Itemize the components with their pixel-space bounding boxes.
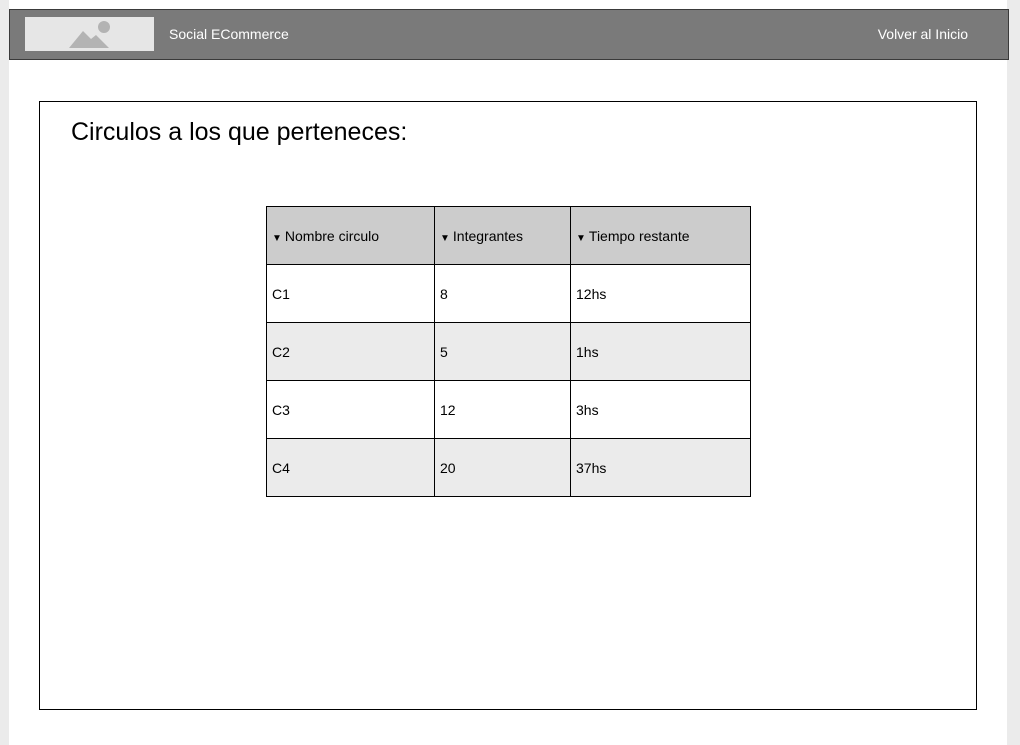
table-cell: C2 xyxy=(266,322,435,381)
table-cell: 8 xyxy=(434,264,571,323)
back-home-link[interactable]: Volver al Inicio xyxy=(878,26,968,42)
circles-panel: Circulos a los que perteneces: ▼ Nombre c… xyxy=(39,101,977,710)
table-row[interactable]: C1 8 12hs xyxy=(266,264,751,323)
column-header-nombre-circulo[interactable]: ▼ Nombre circulo xyxy=(266,206,435,265)
table-header-row: ▼ Nombre circulo ▼ Integrantes ▼ Tiempo res… xyxy=(266,206,751,265)
table-cell: 5 xyxy=(434,322,571,381)
sort-down-icon: ▼ xyxy=(440,232,450,244)
circles-table: ▼ Nombre circulo ▼ Integrantes ▼ Tiempo res… xyxy=(266,206,751,497)
table-cell: 3hs xyxy=(570,380,751,439)
table-cell: 20 xyxy=(434,438,571,497)
app-title: Social ECommerce xyxy=(169,26,289,42)
page-title: Circulos a los que perteneces: xyxy=(71,118,408,146)
table-cell: C4 xyxy=(266,438,435,497)
column-label: Integrantes xyxy=(452,227,523,244)
table-cell: 37hs xyxy=(570,438,751,497)
table-cell: 12hs xyxy=(570,264,751,323)
table-row[interactable]: C4 20 37hs xyxy=(266,438,751,497)
sort-down-icon: ▼ xyxy=(272,232,282,244)
table-cell: C1 xyxy=(266,264,435,323)
table-cell: 12 xyxy=(434,380,571,439)
column-label: Nombre circulo xyxy=(284,227,380,244)
column-header-tiempo-restante[interactable]: ▼ Tiempo restante xyxy=(570,206,751,265)
sort-down-icon: ▼ xyxy=(576,232,586,244)
image-placeholder-icon xyxy=(25,17,154,51)
column-header-integrantes[interactable]: ▼ Integrantes xyxy=(434,206,571,265)
column-label: Tiempo restante xyxy=(588,227,690,244)
table-cell: C3 xyxy=(266,380,435,439)
table-row[interactable]: C2 5 1hs xyxy=(266,322,751,381)
top-bar: Social ECommerce Volver al Inicio xyxy=(9,9,1009,60)
table-row[interactable]: C3 12 3hs xyxy=(266,380,751,439)
table-cell: 1hs xyxy=(570,322,751,381)
